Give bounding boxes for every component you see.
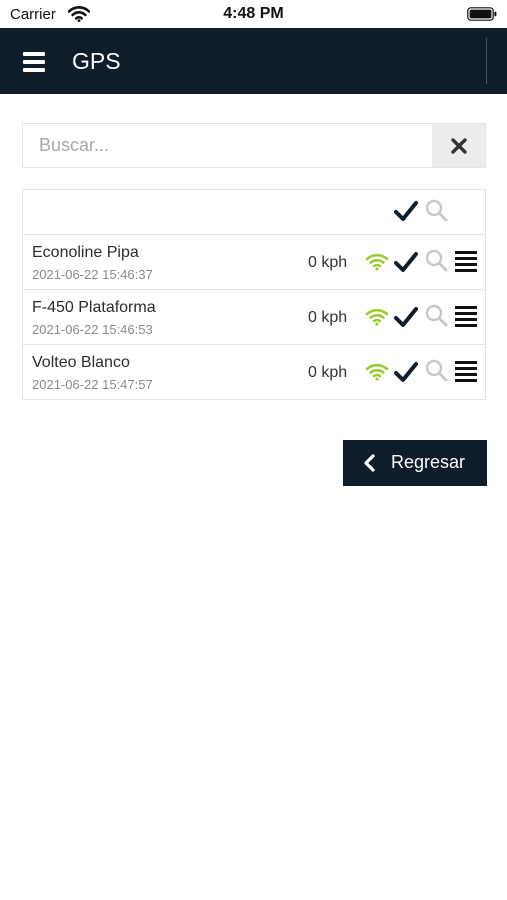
vehicle-speed: 0 kph (308, 254, 348, 271)
vehicle-speed: 0 kph (308, 364, 348, 381)
clear-search-button[interactable] (432, 124, 485, 167)
list-icon[interactable] (454, 359, 478, 383)
check-icon[interactable] (394, 251, 418, 273)
status-bar: Carrier 4:48 PM (0, 0, 507, 28)
select-all-check-icon[interactable] (394, 200, 418, 222)
vehicle-speed: 0 kph (308, 309, 348, 326)
signal-icon (365, 308, 389, 326)
vehicle-name: F-450 Plataforma (32, 299, 156, 316)
chevron-left-icon (364, 454, 375, 472)
signal-icon (365, 363, 389, 381)
search-icon[interactable] (424, 248, 448, 272)
back-button-label: Regresar (391, 452, 466, 472)
status-time: 4:48 PM (223, 5, 284, 22)
vehicle-timestamp: 2021-06-22 15:46:53 (32, 322, 153, 337)
list-header (23, 190, 485, 235)
signal-icon (365, 253, 389, 271)
back-button[interactable]: Regresar (343, 440, 487, 486)
hamburger-menu-icon[interactable] (23, 52, 45, 72)
list-icon[interactable] (454, 304, 478, 328)
app-header: GPS (0, 28, 507, 94)
check-icon[interactable] (394, 306, 418, 328)
search-icon[interactable] (424, 303, 448, 327)
vehicle-timestamp: 2021-06-22 15:47:57 (32, 377, 153, 392)
list-item[interactable]: Volteo Blanco 2021-06-22 15:47:57 0 kph (23, 345, 485, 399)
check-icon[interactable] (394, 361, 418, 383)
page-title: GPS (72, 48, 121, 74)
vehicle-name: Econoline Pipa (32, 244, 139, 261)
battery-icon (467, 7, 497, 21)
search-icon[interactable] (424, 358, 448, 382)
list-icon[interactable] (454, 249, 478, 273)
vehicle-timestamp: 2021-06-22 15:46:37 (32, 267, 153, 282)
list-item[interactable]: F-450 Plataforma 2021-06-22 15:46:53 0 k… (23, 290, 485, 345)
list-item[interactable]: Econoline Pipa 2021-06-22 15:46:37 0 kph (23, 235, 485, 290)
vehicle-name: Volteo Blanco (32, 354, 130, 371)
search-input[interactable] (23, 124, 433, 167)
close-icon (450, 137, 467, 154)
search-bar (22, 123, 486, 168)
header-divider (486, 38, 487, 84)
search-all-icon[interactable] (424, 198, 448, 222)
vehicle-list: Econoline Pipa 2021-06-22 15:46:37 0 kph… (22, 189, 486, 400)
